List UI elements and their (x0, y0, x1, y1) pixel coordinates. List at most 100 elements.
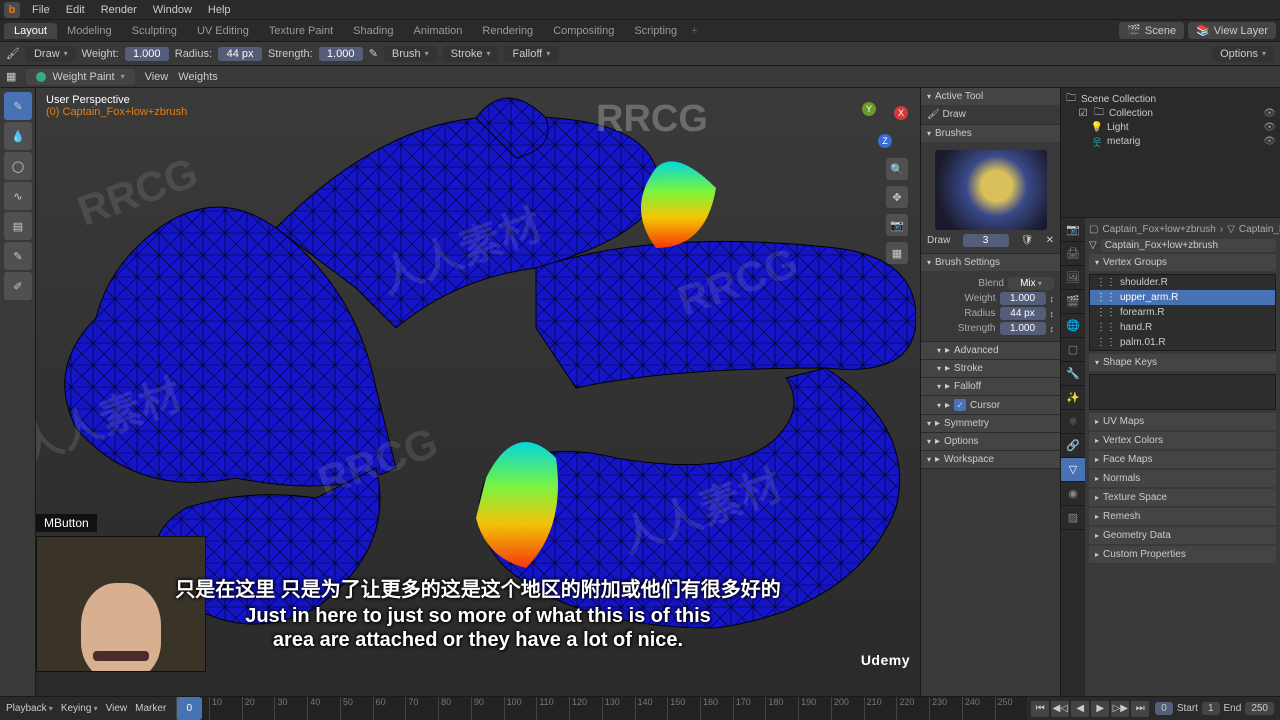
pt-world-icon[interactable]: 🌐 (1061, 314, 1085, 338)
tl-playback[interactable]: Playback (6, 703, 53, 714)
unlink-icon[interactable]: ✕ (1046, 235, 1054, 246)
header-view[interactable]: View (145, 71, 169, 83)
weight-value[interactable]: 1.000 (125, 47, 169, 61)
outliner-item[interactable]: 웃metarig👁 (1065, 134, 1276, 148)
np-radius-value[interactable]: 44 px (1000, 307, 1046, 320)
props-section[interactable]: Remesh (1089, 508, 1276, 525)
np-active-tool[interactable]: Active Tool (921, 88, 1060, 105)
pt-material-icon[interactable]: ◉ (1061, 482, 1085, 506)
props-section[interactable]: Texture Space (1089, 489, 1276, 506)
options-dropdown[interactable]: Options (1212, 46, 1274, 62)
sample-tool[interactable]: ✎ (4, 242, 32, 270)
menu-render[interactable]: Render (93, 4, 145, 16)
np-weight-value[interactable]: 1.000 (1000, 292, 1046, 305)
brush-dropdown[interactable]: Brush (384, 46, 437, 62)
nav-gizmo[interactable]: X Y Z (856, 96, 912, 152)
fake-user-icon[interactable]: 🛡 (1021, 235, 1034, 246)
smear-tool[interactable]: ∿ (4, 182, 32, 210)
eye-icon[interactable]: 👁 (1263, 108, 1276, 119)
vertex-group-item[interactable]: ⋮⋮shoulder.R (1090, 275, 1275, 290)
editor-type-icon[interactable]: ▦ (6, 70, 16, 83)
props-section[interactable]: Vertex Colors (1089, 432, 1276, 449)
pt-viewlayer-icon[interactable]: 🖼 (1061, 266, 1085, 290)
ws-tab-texturepaint[interactable]: Texture Paint (259, 23, 343, 39)
persp-icon[interactable]: ▦ (886, 242, 908, 264)
pressure-icon[interactable]: ↕ (1050, 309, 1055, 319)
ws-tab-sculpting[interactable]: Sculpting (122, 23, 187, 39)
menu-window[interactable]: Window (145, 4, 200, 16)
end-frame[interactable]: 250 (1245, 702, 1274, 715)
tool-dropdown[interactable]: Draw (26, 46, 76, 62)
vertex-group-item[interactable]: ⋮⋮forearm.R (1090, 305, 1275, 320)
timeline-frames[interactable]: 0 01020304050607080901001101201301401501… (176, 697, 1027, 720)
radius-value[interactable]: 44 px (218, 47, 262, 61)
np-symmetry[interactable]: ▸ Symmetry (921, 415, 1060, 432)
pt-data-icon[interactable]: ▽ (1061, 458, 1085, 482)
viewlayer-field[interactable]: 📚View Layer (1188, 22, 1276, 39)
props-section[interactable]: UV Maps (1089, 413, 1276, 430)
ws-tab-shading[interactable]: Shading (343, 23, 403, 39)
menu-file[interactable]: File (24, 4, 58, 16)
ws-tab-rendering[interactable]: Rendering (472, 23, 543, 39)
pt-output-icon[interactable]: 🖨 (1061, 242, 1085, 266)
next-key-icon[interactable]: ▷▶ (1111, 701, 1129, 717)
pt-modifiers-icon[interactable]: 🔧 (1061, 362, 1085, 386)
cursor-checkbox[interactable]: ✓ (954, 399, 966, 411)
ws-tab-modeling[interactable]: Modeling (57, 23, 122, 39)
jump-start-icon[interactable]: ⏮ (1031, 701, 1049, 717)
shape-keys-header[interactable]: Shape Keys (1089, 354, 1276, 371)
zoom-icon[interactable]: 🔍 (886, 158, 908, 180)
pressure-icon[interactable]: ↕ (1050, 324, 1055, 334)
tl-view[interactable]: View (106, 703, 128, 714)
eye-icon[interactable]: 👁 (1263, 122, 1276, 133)
pt-texture-icon[interactable]: ▨ (1061, 506, 1085, 530)
camera-icon[interactable]: 📷 (886, 214, 908, 236)
brush-preview[interactable] (935, 150, 1047, 230)
average-tool[interactable]: ◯ (4, 152, 32, 180)
pt-constraints-icon[interactable]: 🔗 (1061, 434, 1085, 458)
ws-tab-compositing[interactable]: Compositing (543, 23, 624, 39)
add-workspace-icon[interactable]: + (691, 25, 697, 37)
pressure-icon[interactable]: ✎ (369, 47, 378, 60)
vertex-group-item[interactable]: ⋮⋮upper_arm.R (1090, 290, 1275, 305)
ws-tab-layout[interactable]: Layout (4, 23, 57, 39)
brush-num[interactable]: 3 (963, 234, 1009, 247)
viewport-3d[interactable]: User Perspective (0) Captain_Fox+low+zbr… (36, 88, 920, 696)
strength-value[interactable]: 1.000 (319, 47, 363, 61)
pt-render-icon[interactable]: 📷 (1061, 218, 1085, 242)
ws-tab-uvediting[interactable]: UV Editing (187, 23, 259, 39)
tl-marker[interactable]: Marker (135, 703, 166, 714)
menu-help[interactable]: Help (200, 4, 239, 16)
move-icon[interactable]: ✥ (886, 186, 908, 208)
vertex-groups-header[interactable]: Vertex Groups (1089, 254, 1276, 271)
props-section[interactable]: Custom Properties (1089, 546, 1276, 563)
np-stroke[interactable]: ▸ Stroke (921, 360, 1060, 377)
np-cursor[interactable]: ▸ ✓Cursor (921, 396, 1060, 414)
pt-scene-icon[interactable]: 🎬 (1061, 290, 1085, 314)
np-falloff[interactable]: ▸ Falloff (921, 378, 1060, 395)
blend-value[interactable]: Mix (1008, 277, 1054, 290)
pt-object-icon[interactable]: ▢ (1061, 338, 1085, 362)
menu-edit[interactable]: Edit (58, 4, 93, 16)
ws-tab-animation[interactable]: Animation (404, 23, 473, 39)
start-frame[interactable]: 1 (1202, 702, 1220, 715)
mesh-name-field[interactable]: Captain_Fox+low+zbrush (1101, 239, 1276, 252)
header-weights[interactable]: Weights (178, 71, 218, 83)
props-section[interactable]: Geometry Data (1089, 527, 1276, 544)
play-rev-icon[interactable]: ◀ (1071, 701, 1089, 717)
blur-tool[interactable]: 💧 (4, 122, 32, 150)
prev-key-icon[interactable]: ◀◁ (1051, 701, 1069, 717)
eye-icon[interactable]: 👁 (1263, 136, 1276, 147)
pt-particles-icon[interactable]: ✨ (1061, 386, 1085, 410)
pt-physics-icon[interactable]: ⚛ (1061, 410, 1085, 434)
vertex-group-item[interactable]: ⋮⋮hand.R (1090, 320, 1275, 335)
outliner-item[interactable]: 💡Light👁 (1065, 120, 1276, 134)
falloff-dropdown[interactable]: Falloff (504, 46, 558, 62)
draw-tool[interactable]: ✎ (4, 92, 32, 120)
np-strength-value[interactable]: 1.000 (1000, 322, 1046, 335)
scene-field[interactable]: 🎬Scene (1119, 22, 1184, 39)
ws-tab-scripting[interactable]: Scripting (624, 23, 687, 39)
np-advanced[interactable]: ▸ Advanced (921, 342, 1060, 359)
np-brush-settings[interactable]: Brush Settings (921, 254, 1060, 271)
tl-keying[interactable]: Keying (61, 703, 98, 714)
